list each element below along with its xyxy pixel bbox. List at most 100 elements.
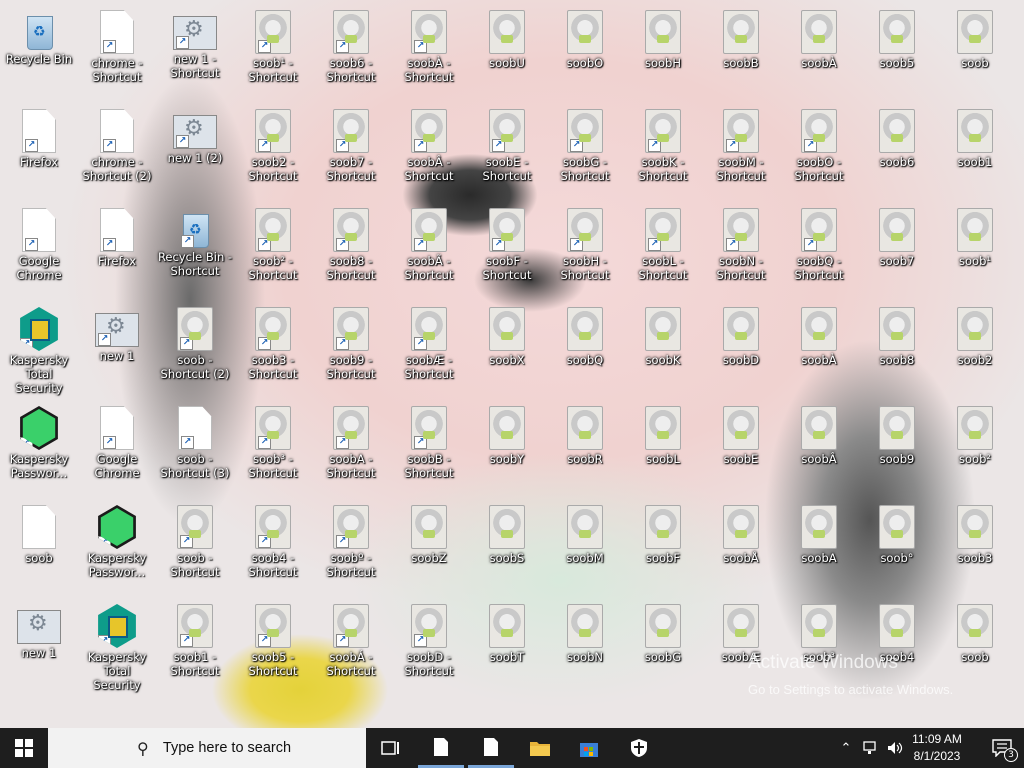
desktop-icon[interactable]: ↗ Firefox <box>1 103 77 201</box>
desktop-icon[interactable]: soobA <box>781 499 857 597</box>
desktop-icon[interactable]: ↗ soob1 - Shortcut <box>157 598 233 696</box>
desktop-icon[interactable]: soob <box>1 499 77 597</box>
desktop-icon[interactable]: ↗ soob² - Shortcut <box>235 202 311 300</box>
task-view-button[interactable] <box>368 728 414 768</box>
desktop-icon[interactable]: soob2 <box>937 301 1013 399</box>
desktop-icon[interactable]: soob¹ <box>937 202 1013 300</box>
desktop-icon[interactable]: soobR <box>547 400 623 498</box>
desktop-icon[interactable]: ↗ chrome - Shortcut (2) <box>79 103 155 201</box>
desktop-icon[interactable]: ↗ soobÂ - Shortcut <box>391 103 467 201</box>
desktop-icon[interactable]: ↗ soob3 - Shortcut <box>235 301 311 399</box>
taskbar-document-app-1[interactable] <box>418 728 464 768</box>
desktop-icon[interactable]: soobN <box>547 598 623 696</box>
desktop-icon[interactable]: soobY <box>469 400 545 498</box>
desktop-icon[interactable]: ↗ soobF - Shortcut <box>469 202 545 300</box>
desktop-icon[interactable]: soobB <box>703 4 779 102</box>
desktop-icon[interactable]: soobX <box>469 301 545 399</box>
desktop-icon[interactable]: soobL <box>625 400 701 498</box>
desktop-icon[interactable]: ↗ Kaspersky Passwor... <box>1 400 77 498</box>
desktop-icon[interactable]: ↗ soob6 - Shortcut <box>313 4 389 102</box>
desktop-icon[interactable]: soobZ <box>391 499 467 597</box>
desktop-icon[interactable]: ↗ soobQ - Shortcut <box>781 202 857 300</box>
desktop-icon[interactable]: soobH <box>625 4 701 102</box>
desktop-icon[interactable]: soobÂ <box>781 400 857 498</box>
desktop-icon[interactable]: ↗ soobÀ - Shortcut <box>391 4 467 102</box>
desktop-icon[interactable]: ↗ soobB - Shortcut <box>391 400 467 498</box>
desktop-icon[interactable]: ↗ soob9 - Shortcut <box>313 301 389 399</box>
desktop-icon[interactable]: ↗ soobH - Shortcut <box>547 202 623 300</box>
taskbar-kaspersky[interactable] <box>616 728 662 768</box>
desktop-icon[interactable]: soob7 <box>859 202 935 300</box>
desktop-icon[interactable]: ↗ soob¹ - Shortcut <box>235 4 311 102</box>
start-button[interactable] <box>0 728 48 768</box>
desktop-icon[interactable]: soob6 <box>859 103 935 201</box>
desktop-icon[interactable]: ↗ soobG - Shortcut <box>547 103 623 201</box>
desktop-icon[interactable]: ↗ soob³ - Shortcut <box>235 400 311 498</box>
desktop-icon[interactable]: new 1 <box>1 598 77 696</box>
desktop-icon[interactable]: ↗ Kaspersky Passwor... <box>79 499 155 597</box>
desktop-icon[interactable]: ↗ soobº - Shortcut <box>313 499 389 597</box>
desktop-icon[interactable]: ↗ soob - Shortcut <box>157 499 233 597</box>
desktop-icon[interactable]: ↗ soobÆ - Shortcut <box>391 301 467 399</box>
desktop-icon[interactable]: ↗ Kaspersky Total Security <box>79 598 155 696</box>
desktop-icon[interactable]: soobÀ <box>781 4 857 102</box>
taskbar-file-explorer[interactable] <box>517 728 563 768</box>
desktop-icon[interactable]: ↗ soobÃ - Shortcut <box>391 202 467 300</box>
desktop-icon[interactable]: ↗ Google Chrome <box>79 400 155 498</box>
desktop-icon[interactable]: ↗ new 1 - Shortcut <box>157 4 233 102</box>
desktop-icon[interactable]: ↗ Kaspersky Total Security <box>1 301 77 399</box>
desktop-icon[interactable]: ↗ soob5 - Shortcut <box>235 598 311 696</box>
desktop-icon[interactable]: soobO <box>547 4 623 102</box>
desktop-icon[interactable]: ↗ new 1 (2) <box>157 103 233 201</box>
desktop-icon[interactable]: soob8 <box>859 301 935 399</box>
desktop-icon[interactable]: ↗ soobL - Shortcut <box>625 202 701 300</box>
clock[interactable]: 11:09 AM 8/1/2023 <box>902 728 972 768</box>
search-box[interactable]: ⚲ Type here to search <box>48 728 366 768</box>
desktop-icon[interactable]: ↗ soobD - Shortcut <box>391 598 467 696</box>
desktop-icon[interactable]: soob1 <box>937 103 1013 201</box>
desktop-icon[interactable]: ↗ soob7 - Shortcut <box>313 103 389 201</box>
desktop-icon[interactable]: ↗ soobO - Shortcut <box>781 103 857 201</box>
desktop-icon[interactable]: soob9 <box>859 400 935 498</box>
desktop-icon[interactable]: soobU <box>469 4 545 102</box>
desktop-icon[interactable]: soobG <box>625 598 701 696</box>
show-hidden-icons-button[interactable]: ⌃ <box>834 728 858 768</box>
taskbar-microsoft-store[interactable] <box>566 728 612 768</box>
desktop-icon[interactable]: soobÅ <box>703 499 779 597</box>
desktop-icon[interactable]: Recycle Bin <box>1 4 77 102</box>
desktop-icon[interactable]: ↗ soobA - Shortcut <box>313 400 389 498</box>
desktop-icon[interactable]: soob5 <box>859 4 935 102</box>
taskbar-document-app-2[interactable] <box>468 728 514 768</box>
desktop-icon[interactable]: soobE <box>703 400 779 498</box>
desktop[interactable]: Recycle Bin ↗ chrome - Shortcut ↗ new 1 - Sh… <box>0 0 1024 728</box>
desktop-icon[interactable]: soobD <box>703 301 779 399</box>
desktop-icon[interactable]: soob <box>937 4 1013 102</box>
desktop-icon[interactable]: ↗ Firefox <box>79 202 155 300</box>
desktop-icon[interactable]: ↗ Google Chrome <box>1 202 77 300</box>
desktop-icon[interactable]: soobT <box>469 598 545 696</box>
network-button[interactable] <box>860 728 882 768</box>
desktop-icon[interactable]: soobF <box>625 499 701 597</box>
desktop-icon[interactable]: soob3 <box>937 499 1013 597</box>
desktop-icon[interactable]: ↗ new 1 <box>79 301 155 399</box>
desktop-icon[interactable]: ↗ soobM - Shortcut <box>703 103 779 201</box>
desktop-icon[interactable]: soob² <box>937 400 1013 498</box>
notification-center-button[interactable]: 3 <box>980 728 1024 768</box>
desktop-icon[interactable]: ↗ soobN - Shortcut <box>703 202 779 300</box>
desktop-icon[interactable]: ↗ soob - Shortcut (3) <box>157 400 233 498</box>
desktop-icon[interactable]: soobS <box>469 499 545 597</box>
desktop-icon[interactable]: ↗ soobÁ - Shortcut <box>313 598 389 696</box>
desktop-icon[interactable]: ↗ soob2 - Shortcut <box>235 103 311 201</box>
desktop-icon[interactable]: soob° <box>859 499 935 597</box>
desktop-icon[interactable]: ↗ soobE - Shortcut <box>469 103 545 201</box>
desktop-icon[interactable]: ↗ Recycle Bin - Shortcut <box>157 202 233 300</box>
desktop-icon[interactable]: ↗ soob4 - Shortcut <box>235 499 311 597</box>
desktop-icon[interactable]: ↗ soob - Shortcut (2) <box>157 301 233 399</box>
desktop-icon[interactable]: soobM <box>547 499 623 597</box>
desktop-icon[interactable]: ↗ soob8 - Shortcut <box>313 202 389 300</box>
desktop-icon[interactable]: ↗ soobK - Shortcut <box>625 103 701 201</box>
desktop-icon[interactable]: ↗ chrome - Shortcut <box>79 4 155 102</box>
desktop-icon[interactable]: soobK <box>625 301 701 399</box>
desktop-icon[interactable]: soobÀ <box>781 301 857 399</box>
desktop-icon[interactable]: soobQ <box>547 301 623 399</box>
